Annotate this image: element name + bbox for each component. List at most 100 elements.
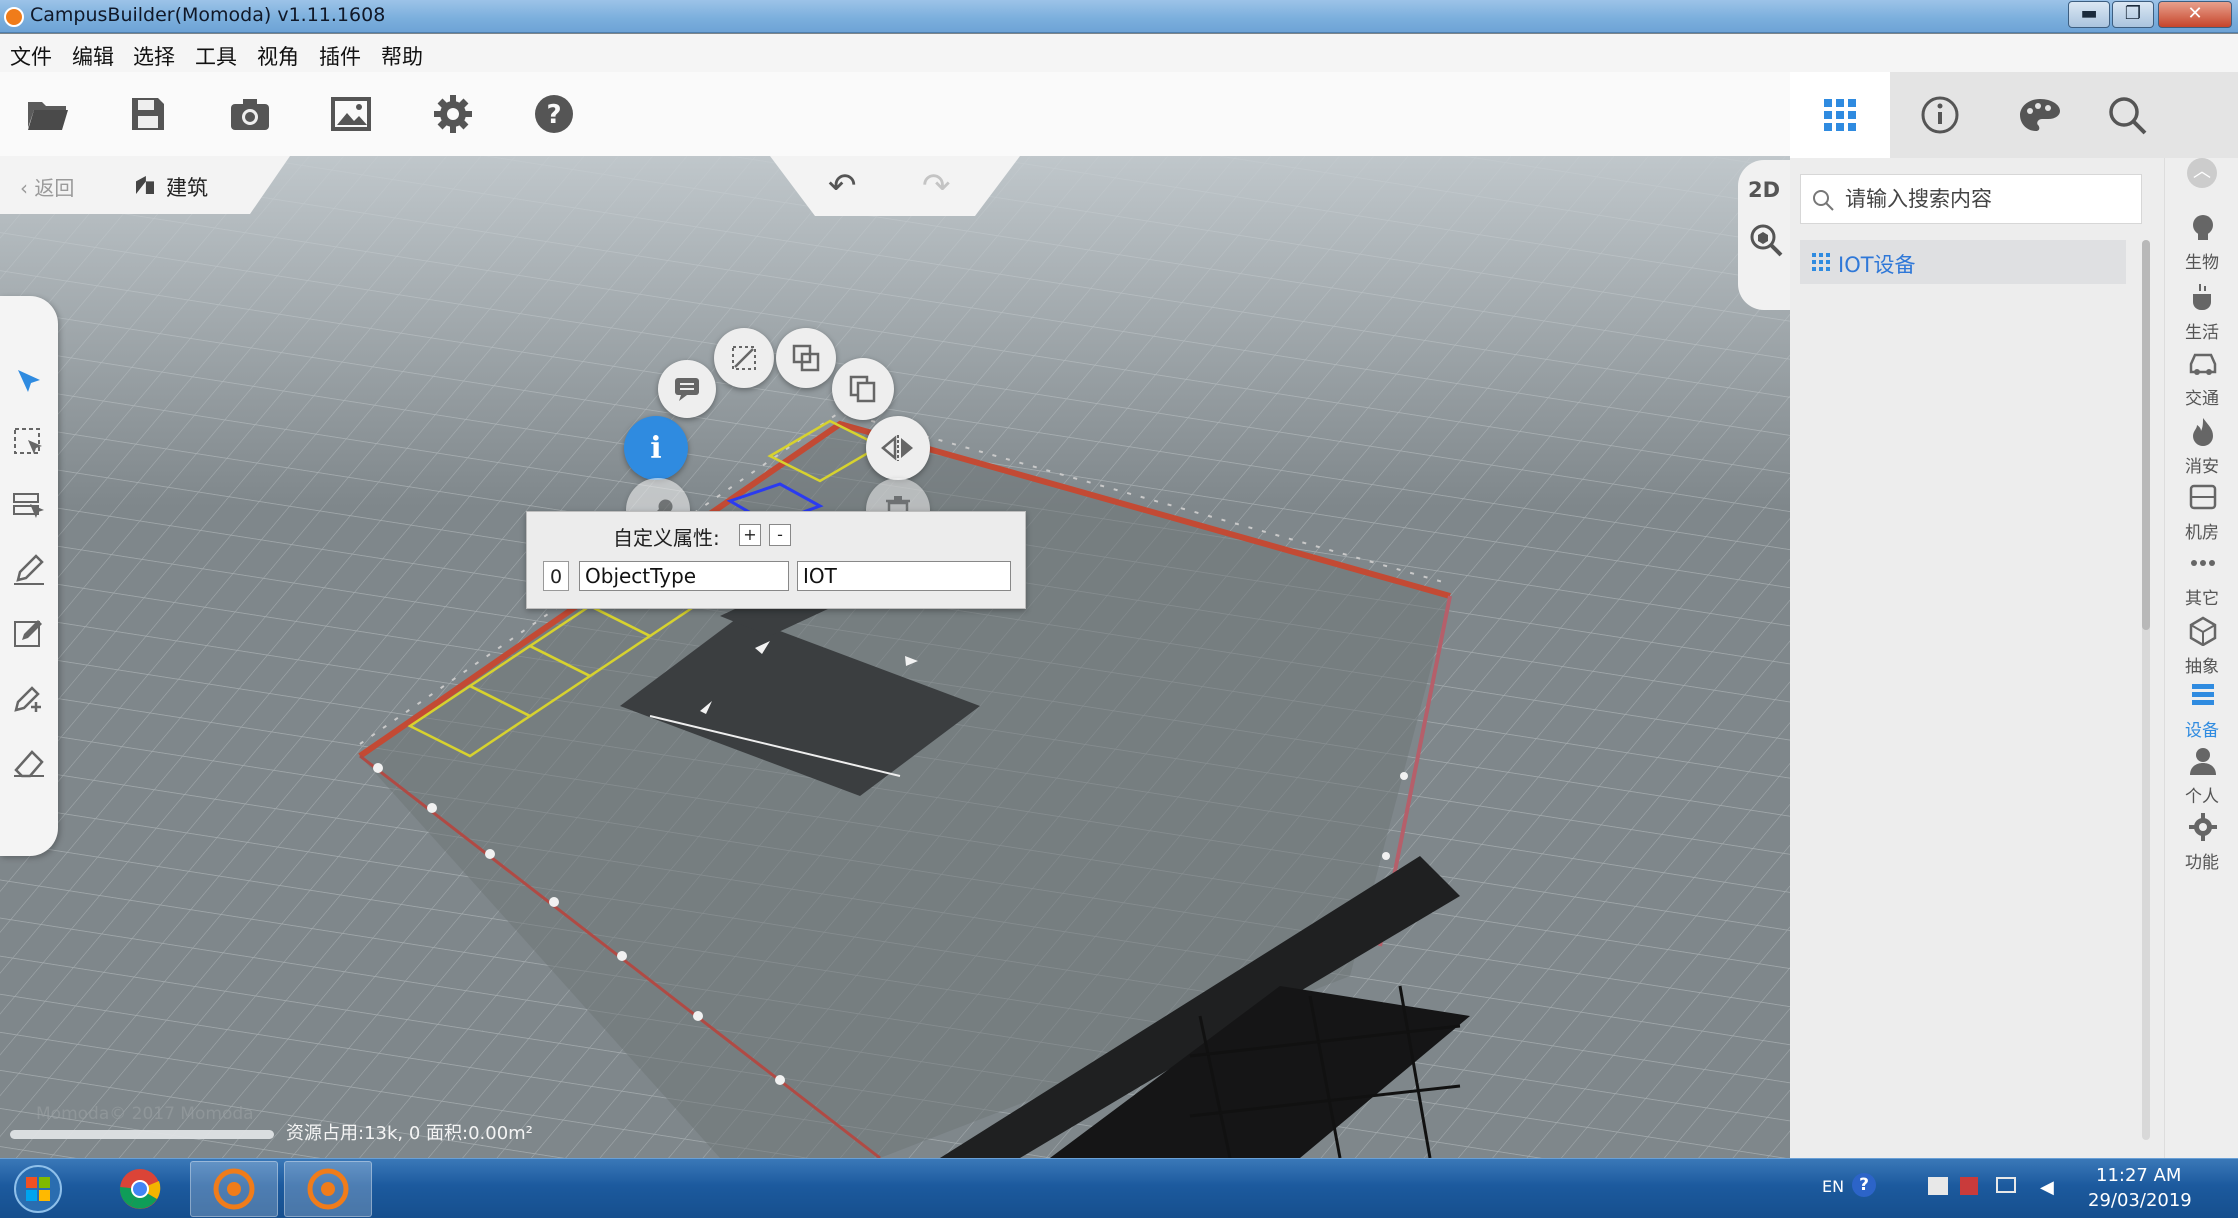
- svg-text:?: ?: [546, 100, 561, 130]
- tab-library[interactable]: [1790, 72, 1890, 158]
- info-button[interactable]: i: [624, 416, 688, 480]
- clock-date[interactable]: 29/03/2019: [2088, 1190, 2192, 1211]
- menu-plugins[interactable]: 插件: [319, 41, 361, 71]
- more-icon: [2191, 560, 2215, 566]
- add-property-button[interactable]: +: [739, 524, 761, 546]
- campusbuilder-icon: [307, 1168, 349, 1210]
- coffee-cup-icon: [2193, 284, 2211, 310]
- menu-help[interactable]: 帮助: [381, 41, 423, 71]
- menu-bar: 文件 编辑 选择 工具 视角 插件 帮助: [0, 34, 2238, 72]
- camera-icon[interactable]: [218, 82, 282, 146]
- category-function-gear[interactable]: 功能: [2165, 798, 2238, 884]
- view-2d-toggle[interactable]: 2D: [1748, 178, 1780, 202]
- open-folder-icon[interactable]: [16, 82, 80, 146]
- tab-search[interactable]: [2090, 72, 2164, 158]
- custom-properties-title: 自定义属性:: [613, 526, 720, 550]
- taskbar-campusbuilder-2[interactable]: [284, 1161, 372, 1217]
- property-value-field[interactable]: [797, 561, 1011, 591]
- window-title: CampusBuilder(Momoda) v1.11.1608: [30, 4, 386, 26]
- menu-view[interactable]: 视角: [257, 41, 299, 71]
- property-row-index: 0: [543, 561, 569, 591]
- 3d-viewport[interactable]: ▬⬭▤▯▣▭☰■◙·▯◍▮▲▢▰▥▯▯▬◓▮▦▫: [0, 156, 1790, 1158]
- language-indicator[interactable]: EN: [1822, 1177, 1844, 1196]
- remove-property-button[interactable]: -: [769, 524, 791, 546]
- title-bar: CampusBuilder(Momoda) v1.11.1608 ▬ ❐ ✕: [0, 0, 2238, 33]
- search-small-icon: [1813, 190, 1834, 211]
- start-button[interactable]: [0, 1161, 76, 1217]
- save-icon[interactable]: [116, 82, 180, 146]
- flag-tray-icon[interactable]: [1960, 1177, 1978, 1195]
- breadcrumb-current: 建筑: [166, 176, 208, 200]
- minimize-button[interactable]: ▬: [2068, 1, 2110, 28]
- maximize-button[interactable]: ❐: [2112, 1, 2154, 28]
- pen-add-icon[interactable]: [8, 676, 50, 718]
- volume-tray-icon[interactable]: ◀: [2040, 1177, 2054, 1198]
- breadcrumb: ‹ 返回 建筑: [0, 156, 290, 214]
- os-taskbar: EN ? ◀ 11:27 AM 29/03/2019: [0, 1158, 2238, 1218]
- network-tray-icon[interactable]: [1928, 1177, 1948, 1195]
- display-tray-icon[interactable]: [1996, 1177, 2016, 1193]
- info-icon: i: [650, 430, 662, 466]
- pen-draw-icon[interactable]: [8, 548, 50, 590]
- multi-select-icon[interactable]: [8, 484, 50, 526]
- grid-apps-icon: [1824, 99, 1856, 131]
- help-tray-icon[interactable]: ?: [1852, 1173, 1876, 1197]
- menu-tools[interactable]: 工具: [195, 41, 237, 71]
- copy-icon[interactable]: [776, 328, 836, 388]
- category-grid-icon: [1812, 253, 1830, 271]
- tab-style[interactable]: [1990, 72, 2090, 158]
- category-title: IOT设备: [1838, 253, 1916, 277]
- windows-start-icon: [14, 1165, 62, 1213]
- taskbar-campusbuilder-1[interactable]: [190, 1161, 278, 1217]
- campusbuilder-icon: [213, 1168, 255, 1210]
- redo-icon[interactable]: ↷: [922, 166, 951, 206]
- comment-icon[interactable]: [658, 360, 716, 418]
- undo-icon[interactable]: ↶: [828, 166, 857, 206]
- taskbar-chrome[interactable]: [96, 1161, 184, 1217]
- undo-redo-bar: ↶ ↷: [770, 156, 1020, 218]
- car-icon: [2189, 353, 2217, 375]
- search-icon: [2109, 97, 2147, 135]
- search-bar: [1800, 174, 2142, 224]
- back-button[interactable]: ‹ 返回: [20, 172, 74, 201]
- scene-canvas[interactable]: ▬⬭▤▯▣▭☰■◙·▯◍▮▲▢▰▥▯▯▬◓▮▦▫: [0, 156, 1790, 1158]
- menu-file[interactable]: 文件: [10, 41, 52, 71]
- settings-gear-icon[interactable]: [421, 82, 485, 146]
- category-header[interactable]: IOT设备: [1800, 240, 2126, 284]
- mirror-icon[interactable]: [866, 416, 930, 480]
- menu-select[interactable]: 选择: [133, 41, 175, 71]
- person-icon: [2190, 748, 2216, 775]
- tab-info[interactable]: [1890, 72, 1990, 158]
- image-icon[interactable]: [319, 82, 383, 146]
- search-input[interactable]: [1845, 184, 2135, 214]
- custom-properties-panel: 自定义属性: + - 0: [526, 511, 1026, 609]
- menu-edit[interactable]: 编辑: [72, 41, 114, 71]
- main-toolbar: ?: [0, 72, 1790, 156]
- transform-icon[interactable]: [714, 328, 774, 388]
- fire-icon: [2193, 418, 2213, 446]
- help-icon[interactable]: ?: [522, 82, 586, 146]
- property-key-field[interactable]: [579, 561, 789, 591]
- zoom-3d-icon[interactable]: [1748, 222, 1784, 262]
- watermark: Momoda© 2017 Momoda: [36, 1104, 254, 1124]
- asset-library-panel: IOT设备 ︿ 生物生活交通消安机房其它抽象设备个人功能: [1790, 72, 2238, 1158]
- select-pointer-icon[interactable]: [8, 360, 50, 402]
- view-mode-switch: 2D: [1738, 160, 1790, 310]
- left-toolbar: [0, 296, 58, 856]
- info-circle-icon: [1921, 96, 1959, 134]
- scrollbar-thumb[interactable]: [2142, 240, 2150, 630]
- edit-area-icon[interactable]: [8, 612, 50, 654]
- device-list-icon: [2192, 684, 2214, 705]
- close-button[interactable]: ✕: [2158, 1, 2232, 28]
- server-room-icon: [2189, 484, 2217, 510]
- scroll-up-icon[interactable]: ︿: [2187, 158, 2217, 188]
- box-select-icon[interactable]: [8, 422, 50, 464]
- panel-tabs: [1790, 72, 2238, 158]
- clock-time[interactable]: 11:27 AM: [2096, 1165, 2181, 1186]
- category-label: 功能: [2185, 853, 2219, 873]
- chevron-left-icon: ‹: [20, 176, 35, 200]
- status-text: 资源占用:13k, 0 面积:0.00m²: [286, 1123, 533, 1144]
- asset-grid-scrollbar[interactable]: [2142, 240, 2150, 1140]
- eraser-icon[interactable]: [8, 740, 50, 782]
- duplicate-icon[interactable]: [832, 358, 894, 420]
